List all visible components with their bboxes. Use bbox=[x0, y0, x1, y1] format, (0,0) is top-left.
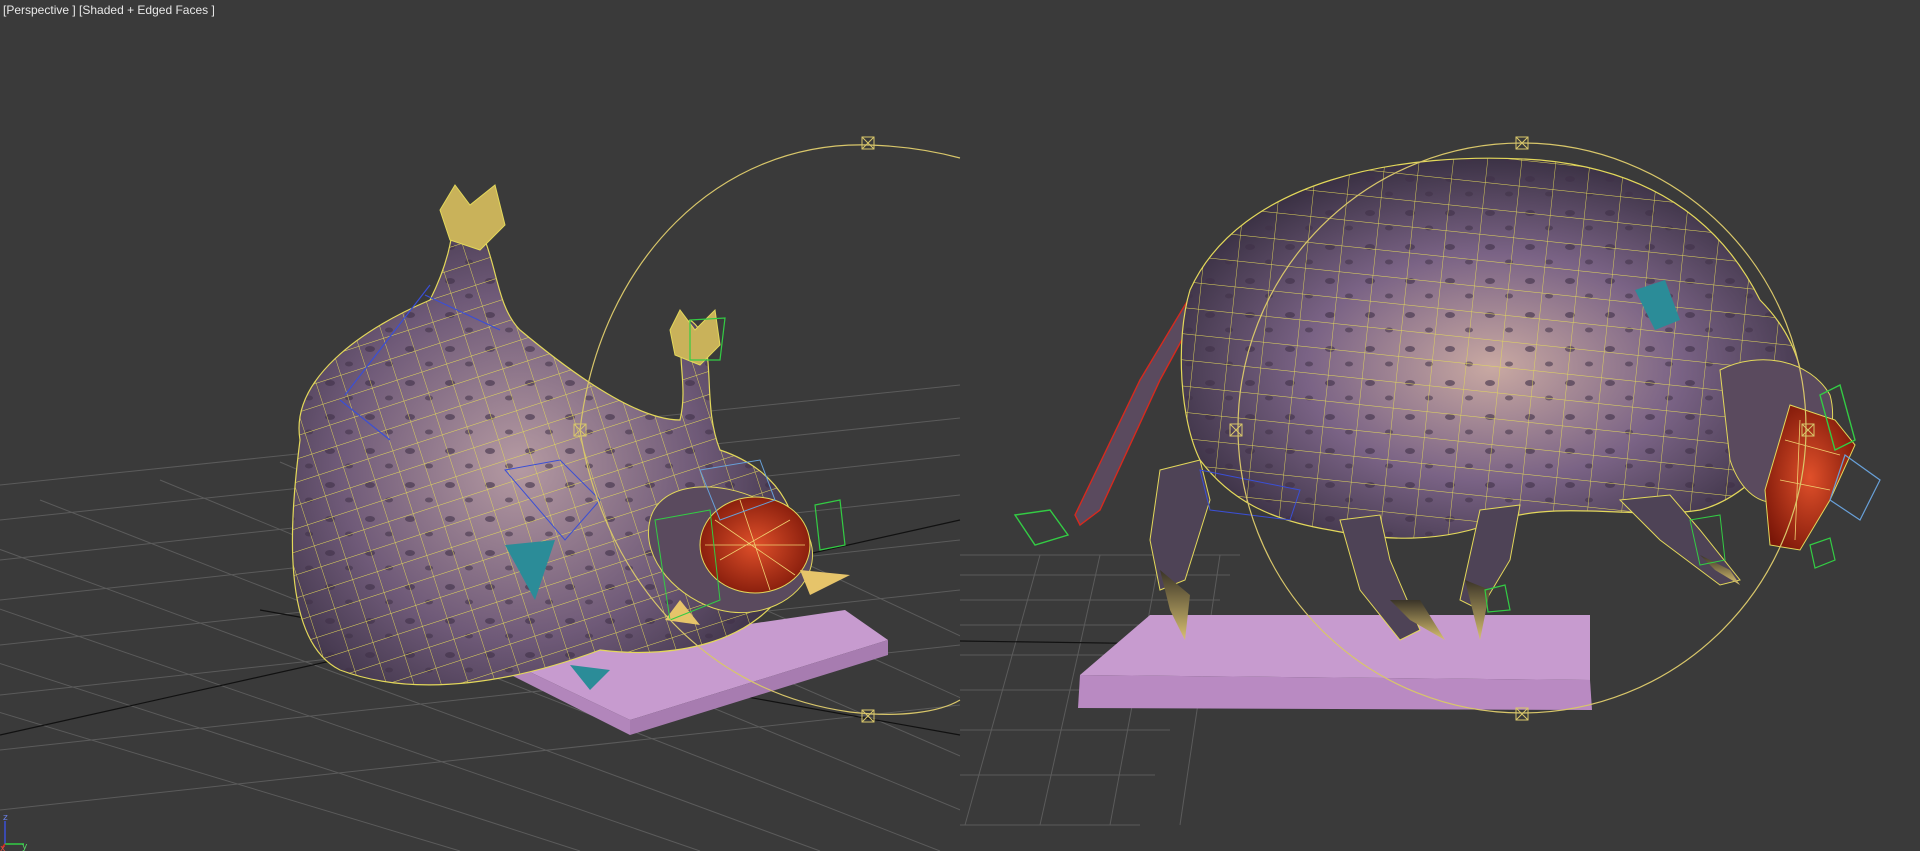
viewport-label: [Perspective ] [Shaded + Edged Faces ] bbox=[3, 3, 215, 17]
axis-y-label: y bbox=[22, 842, 28, 851]
axis-tripod-gizmo: z y x bbox=[0, 813, 28, 851]
viewport-pov-menu[interactable]: [Perspective ] bbox=[3, 3, 76, 17]
axis-x-label: x bbox=[0, 844, 6, 851]
left-creature bbox=[291, 184, 850, 690]
right-creature bbox=[1013, 157, 1881, 641]
viewport-scene[interactable] bbox=[0, 0, 1920, 851]
viewport-shading-menu[interactable]: [Shaded + Edged Faces ] bbox=[79, 3, 215, 17]
right-platform bbox=[1078, 615, 1592, 710]
axis-z-label: z bbox=[3, 813, 8, 823]
perspective-viewport[interactable]: [Perspective ] [Shaded + Edged Faces ] z… bbox=[0, 0, 1920, 851]
